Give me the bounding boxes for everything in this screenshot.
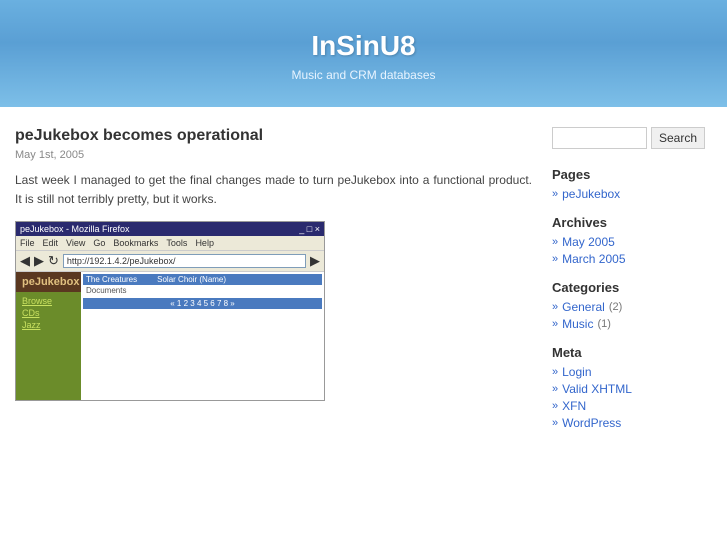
nav-browse: Browse <box>22 296 75 306</box>
archive-link-may2005[interactable]: May 2005 <box>552 235 712 249</box>
forward-icon: ▶ <box>34 253 44 269</box>
go-icon: ▶ <box>310 253 320 269</box>
meta-link-wordpress[interactable]: WordPress <box>552 416 712 430</box>
screenshot-title: peJukebox - Mozilla Firefox <box>20 224 130 234</box>
category-count-music: (1) <box>597 318 610 330</box>
site-header: InSinU8 Music and CRM databases <box>0 0 727 107</box>
screenshot-titlebar: peJukebox - Mozilla Firefox _ □ × <box>16 222 324 236</box>
archive-label-mar: March 2005 <box>562 252 625 266</box>
category-count-general: (2) <box>609 301 622 313</box>
reload-icon: ↻ <box>48 253 59 269</box>
archives-title: Archives <box>552 215 712 230</box>
post-content: Last week I managed to get the final cha… <box>15 171 532 209</box>
category-link-music[interactable]: Music (1) <box>552 317 712 331</box>
screenshot-menubar: File Edit View Go Bookmarks Tools Help <box>16 236 324 251</box>
post-title: peJukebox becomes operational <box>15 127 532 145</box>
archive-label-may: May 2005 <box>562 235 615 249</box>
menu-edit: Edit <box>43 238 59 248</box>
categories-title: Categories <box>552 280 712 295</box>
col-creatures: The Creatures <box>86 275 137 284</box>
address-input <box>63 254 306 268</box>
screenshot-body: peJukebox Browse CDs Jazz The Creatures … <box>16 272 324 401</box>
nav-jazz: Jazz <box>22 320 75 330</box>
search-button[interactable]: Search <box>651 127 705 149</box>
post-screenshot: peJukebox - Mozilla Firefox _ □ × File E… <box>15 221 325 401</box>
site-subtitle: Music and CRM databases <box>20 68 707 82</box>
table-header: The Creatures Solar Choir (Name) <box>83 274 322 285</box>
meta-title: Meta <box>552 345 712 360</box>
nav-cds: CDs <box>22 308 75 318</box>
meta-link-xfn[interactable]: XFN <box>552 399 712 413</box>
page-link-pejukebox[interactable]: peJukebox <box>552 187 712 201</box>
post-date: May 1st, 2005 <box>15 149 532 161</box>
sidebar: Search Pages peJukebox Archives May 2005… <box>552 127 712 444</box>
blog-post: peJukebox becomes operational May 1st, 2… <box>15 127 532 401</box>
meta-label-xfn: XFN <box>562 399 586 413</box>
category-link-general[interactable]: General (2) <box>552 300 712 314</box>
app-nav: Browse CDs Jazz <box>16 292 81 336</box>
pages-title: Pages <box>552 167 712 182</box>
archive-link-mar2005[interactable]: March 2005 <box>552 252 712 266</box>
main-content: peJukebox becomes operational May 1st, 2… <box>15 127 532 444</box>
search-input[interactable] <box>552 127 647 149</box>
category-label-general: General <box>562 300 605 314</box>
menu-help: Help <box>195 238 214 248</box>
screenshot-close-buttons: _ □ × <box>299 224 320 234</box>
table-subtext: Documents <box>83 285 322 296</box>
meta-section: Meta Login Valid XHTML XFN WordPress <box>552 345 712 430</box>
menu-bookmarks: Bookmarks <box>113 238 158 248</box>
site-title: InSinU8 <box>20 30 707 62</box>
meta-link-xhtml[interactable]: Valid XHTML <box>552 382 712 396</box>
page-wrapper: InSinU8 Music and CRM databases peJukebo… <box>0 0 727 545</box>
menu-view: View <box>66 238 85 248</box>
app-name: peJukebox <box>16 272 81 292</box>
back-icon: ◀ <box>20 253 30 269</box>
screenshot-addressbar: ◀ ▶ ↻ ▶ <box>16 251 324 272</box>
menu-file: File <box>20 238 35 248</box>
meta-label-xhtml: Valid XHTML <box>562 382 632 396</box>
content-area: peJukebox becomes operational May 1st, 2… <box>0 107 727 464</box>
pages-section: Pages peJukebox <box>552 167 712 201</box>
categories-section: Categories General (2) Music (1) <box>552 280 712 331</box>
meta-label-login: Login <box>562 365 591 379</box>
page-link-label: peJukebox <box>562 187 620 201</box>
meta-label-wordpress: WordPress <box>562 416 621 430</box>
category-label-music: Music <box>562 317 593 331</box>
pagination: « 1 2 3 4 5 6 7 8 » <box>83 298 322 309</box>
app-left-panel: peJukebox Browse CDs Jazz <box>16 272 81 401</box>
search-widget: Search <box>552 127 712 149</box>
col-solar: Solar Choir (Name) <box>157 275 226 284</box>
archives-section: Archives May 2005 March 2005 <box>552 215 712 266</box>
menu-tools: Tools <box>166 238 187 248</box>
menu-go: Go <box>93 238 105 248</box>
app-right-panel: The Creatures Solar Choir (Name) Documen… <box>81 272 324 401</box>
meta-link-login[interactable]: Login <box>552 365 712 379</box>
